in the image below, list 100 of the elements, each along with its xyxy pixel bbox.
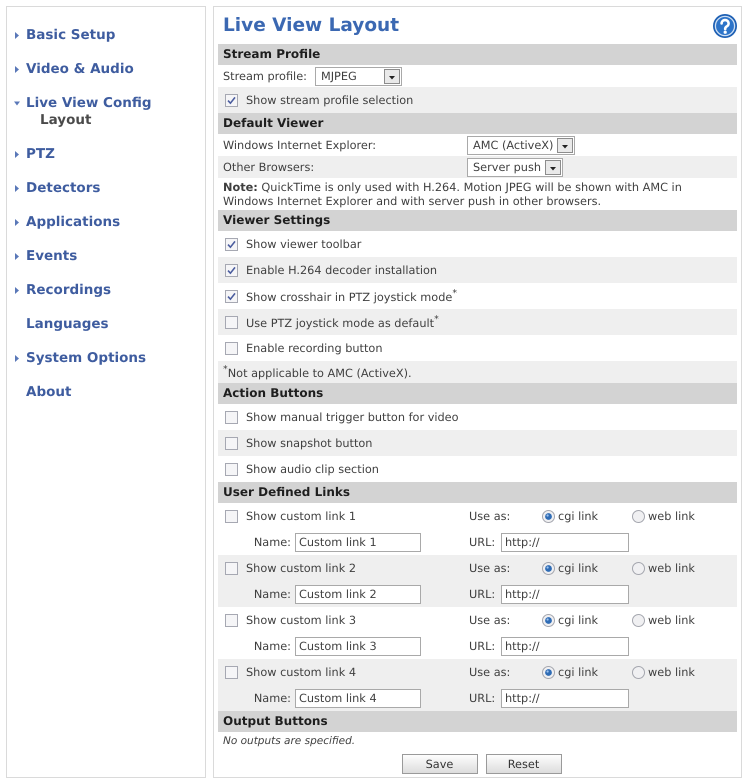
field-label: Name: <box>254 536 291 548</box>
radio-label: cgi link <box>558 562 598 574</box>
checkbox[interactable] <box>225 562 238 574</box>
text-field[interactable]: http:// <box>501 636 629 656</box>
nav-link[interactable]: About <box>26 384 72 400</box>
text-field[interactable]: http:// <box>501 532 629 552</box>
checkbox-label: Show custom link 2 <box>246 562 356 574</box>
text-field[interactable]: Custom link 3 <box>295 636 421 656</box>
checkbox[interactable] <box>225 342 238 354</box>
help-icon[interactable] <box>713 14 737 38</box>
section-header: Action Buttons <box>218 383 737 404</box>
page-title: Live View Layout <box>223 15 400 36</box>
nav-link[interactable]: Languages <box>26 316 109 332</box>
dropdown[interactable]: AMC (ActiveX) <box>467 136 576 154</box>
checkbox-label: Enable recording button <box>246 342 382 354</box>
checkbox[interactable] <box>225 462 238 476</box>
caret-icon <box>384 68 400 84</box>
nav-link[interactable]: Detectors <box>26 180 100 196</box>
radio-button[interactable] <box>632 614 645 626</box>
field-label: URL: <box>469 692 496 704</box>
field-label: Name: <box>254 588 291 600</box>
checkbox-label: Enable H.264 decoder installation <box>246 264 438 276</box>
caret-icon <box>557 138 574 152</box>
caret-icon <box>545 160 562 174</box>
radio-label: web link <box>648 562 695 574</box>
field-label: Use as: <box>469 666 510 678</box>
checkbox[interactable] <box>225 290 238 302</box>
nav-sublink[interactable]: Layout <box>40 112 92 128</box>
radio-button[interactable] <box>632 666 645 678</box>
checkbox-label: Show crosshair in PTZ joystick mode$^{*}$ <box>246 288 458 304</box>
field-label: URL: <box>469 588 496 600</box>
radio-label: cgi link <box>558 666 598 678</box>
caret-right-icon[interactable] <box>14 252 20 260</box>
dropdown[interactable]: MJPEG <box>314 66 402 86</box>
field-label: Stream profile: <box>223 70 307 82</box>
caret-right-icon[interactable] <box>14 66 20 72</box>
checkbox[interactable] <box>225 94 238 106</box>
caret-right-icon[interactable] <box>14 218 20 226</box>
field-label: Use as: <box>469 510 510 522</box>
section-header: Viewer Settings <box>218 210 737 231</box>
radio-button[interactable] <box>542 562 555 574</box>
checkbox[interactable] <box>225 410 238 424</box>
text-field[interactable]: http:// <box>501 584 629 604</box>
caret-right-icon[interactable] <box>14 150 20 158</box>
field-label: Use as: <box>469 562 510 574</box>
dropdown[interactable]: Server push <box>467 158 564 176</box>
reset-button[interactable]: Reset <box>486 754 562 774</box>
text-field[interactable]: Custom link 4 <box>295 688 421 708</box>
text-field[interactable]: Custom link 1 <box>295 532 421 552</box>
nav-link[interactable]: Basic Setup <box>26 27 116 43</box>
radio-button[interactable] <box>542 614 555 626</box>
checkbox-label: Show audio clip section <box>246 462 379 476</box>
checkbox[interactable] <box>225 238 238 250</box>
radio-button[interactable] <box>632 510 645 522</box>
section-header: Default Viewer <box>218 113 737 134</box>
radio-button[interactable] <box>632 562 645 574</box>
radio-button[interactable] <box>542 666 555 678</box>
radio-label: cgi link <box>558 510 598 522</box>
radio-label: cgi link <box>558 614 598 626</box>
empty-message: No outputs are specified. <box>223 735 356 747</box>
checkbox[interactable] <box>225 316 238 328</box>
caret-down-icon[interactable] <box>14 100 20 106</box>
section-header: Output Buttons <box>218 711 737 732</box>
nav-link[interactable]: Live View Config <box>26 95 152 111</box>
nav-link[interactable]: PTZ <box>26 146 55 162</box>
nav-link[interactable]: System Options <box>26 350 146 366</box>
text-field[interactable]: http:// <box>501 688 629 708</box>
field-label: Name: <box>254 640 291 652</box>
radio-label: web link <box>648 510 695 522</box>
save-button[interactable]: Save <box>402 754 478 774</box>
nav-link[interactable]: Recordings <box>26 282 112 298</box>
caret-right-icon[interactable] <box>14 286 20 294</box>
checkbox[interactable] <box>225 264 238 276</box>
field-label: URL: <box>469 536 496 548</box>
checkbox-label: Show viewer toolbar <box>246 238 362 250</box>
nav-link[interactable]: Events <box>26 248 78 264</box>
field-label: Windows Internet Explorer: <box>223 138 378 152</box>
note-text: Note: QuickTime is only used with H.264. Motion JPEG will be shown with AMC in Windows Internet Explorer and with server push in other browsers. <box>223 180 683 210</box>
checkbox-label: Show snapshot button <box>246 436 372 450</box>
field-label: Other Browsers: <box>223 160 316 174</box>
text-field[interactable]: Custom link 2 <box>295 584 421 604</box>
checkbox[interactable] <box>225 510 238 522</box>
caret-right-icon[interactable] <box>14 184 20 192</box>
checkbox[interactable] <box>225 614 238 626</box>
section-header: Stream Profile <box>218 44 737 65</box>
checkbox[interactable] <box>225 666 238 678</box>
nav-link[interactable]: Video & Audio <box>26 61 134 77</box>
radio-label: web link <box>648 666 695 678</box>
field-label: URL: <box>469 640 496 652</box>
checkbox-label: Show stream profile selection <box>246 94 414 106</box>
field-label: Name: <box>254 692 291 704</box>
checkbox-label: Show manual trigger button for video <box>246 410 459 424</box>
checkbox-label: Use PTZ joystick mode as default$^{*}$ <box>246 314 439 330</box>
radio-button[interactable] <box>542 510 555 522</box>
caret-right-icon[interactable] <box>14 32 20 38</box>
checkbox[interactable] <box>225 436 238 450</box>
footnote-text: $^{*}$Not applicable to AMC (ActiveX). <box>223 364 412 380</box>
caret-right-icon[interactable] <box>14 354 20 362</box>
nav-link[interactable]: Applications <box>26 214 120 230</box>
checkbox-label: Show custom link 3 <box>246 614 356 626</box>
